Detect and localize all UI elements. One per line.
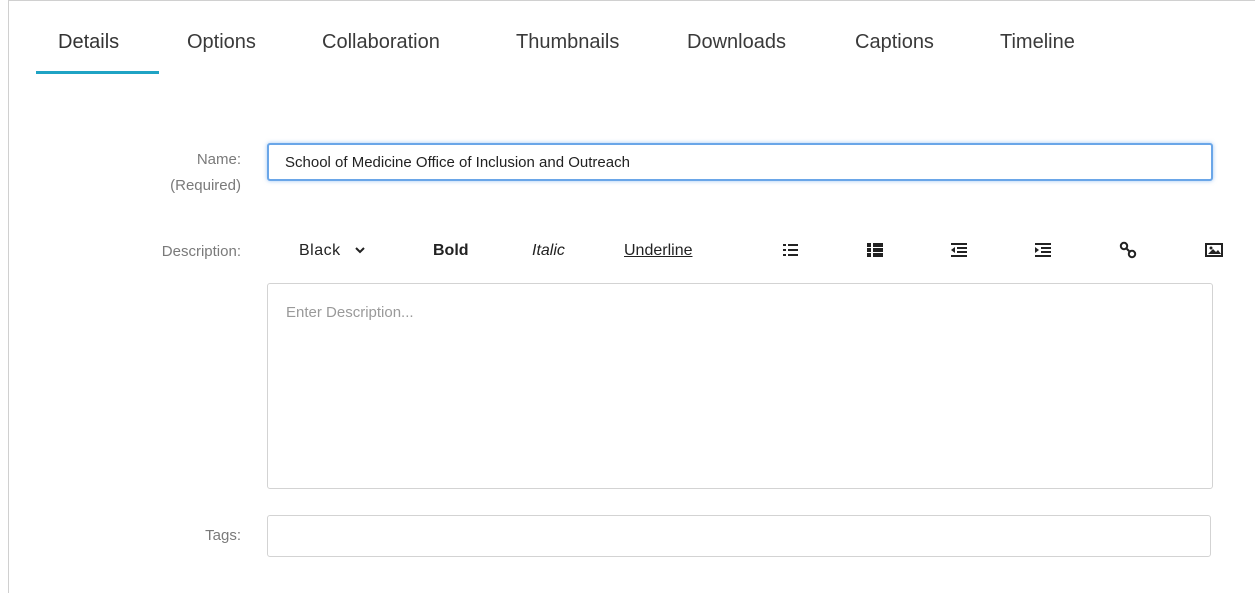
- chevron-down-icon: [354, 247, 365, 254]
- tab-captions[interactable]: Captions: [855, 31, 934, 54]
- italic-button[interactable]: Italic: [532, 241, 565, 261]
- name-required-label: (Required): [170, 177, 241, 194]
- tab-bar: Details Options Collaboration Thumbnails…: [9, 1, 1255, 75]
- underline-button[interactable]: Underline: [624, 241, 692, 261]
- ordered-list-icon[interactable]: [782, 241, 800, 259]
- description-editor[interactable]: Enter Description...: [267, 283, 1213, 489]
- active-tab-indicator: [36, 71, 159, 74]
- unordered-list-icon[interactable]: [866, 241, 884, 259]
- tab-options[interactable]: Options: [187, 31, 256, 54]
- tab-downloads[interactable]: Downloads: [687, 31, 786, 54]
- image-icon[interactable]: [1205, 241, 1223, 259]
- tab-thumbnails[interactable]: Thumbnails: [516, 31, 619, 54]
- indent-icon[interactable]: [1034, 241, 1052, 259]
- tab-details[interactable]: Details: [58, 31, 119, 54]
- name-label: Name:: [196, 151, 241, 168]
- details-panel: Details Options Collaboration Thumbnails…: [8, 0, 1255, 593]
- bold-button[interactable]: Bold: [433, 241, 469, 261]
- tags-label: Tags:: [205, 527, 241, 544]
- description-placeholder: Enter Description...: [286, 304, 414, 321]
- tab-timeline[interactable]: Timeline: [1000, 31, 1075, 54]
- font-color-select[interactable]: Black: [299, 241, 366, 261]
- font-color-value: Black: [299, 242, 341, 259]
- name-field[interactable]: [267, 143, 1213, 181]
- outdent-icon[interactable]: [950, 241, 968, 259]
- tags-field[interactable]: [267, 515, 1211, 557]
- link-icon[interactable]: [1119, 241, 1137, 259]
- tab-collaboration[interactable]: Collaboration: [322, 31, 440, 54]
- description-label: Description:: [161, 243, 241, 260]
